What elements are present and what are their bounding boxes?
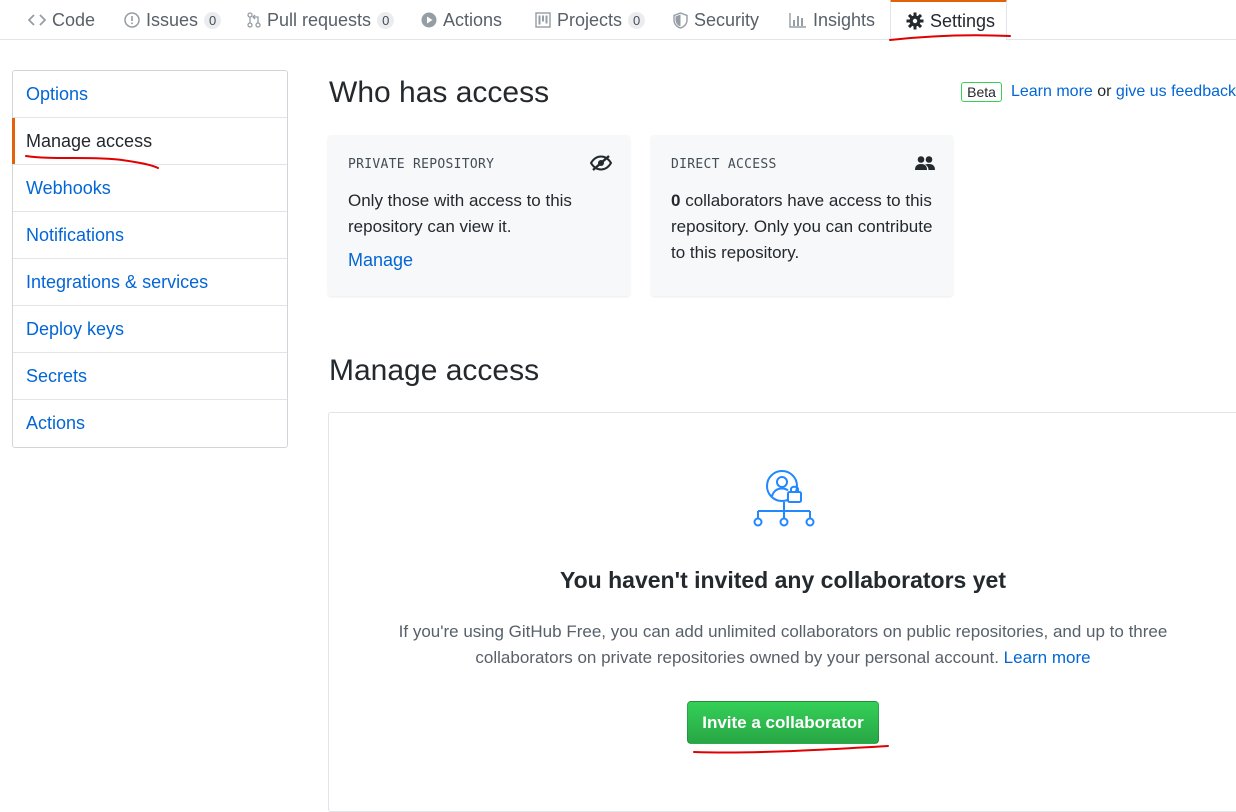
- empty-state-description: If you're using GitHub Free, you can add…: [369, 619, 1197, 671]
- box-description: 0 collaborators have access to this repo…: [671, 188, 933, 266]
- repo-nav: Code Issues 0 Pull requests 0 Actions Pr…: [0, 0, 1236, 40]
- gear-icon: [906, 12, 924, 30]
- tab-security[interactable]: Security: [673, 0, 759, 40]
- invite-collaborator-button[interactable]: Invite a collaborator: [687, 701, 879, 744]
- tab-settings[interactable]: Settings: [890, 0, 1007, 40]
- who-has-access-heading: Who has access: [329, 76, 550, 109]
- pull-requests-counter: 0: [377, 11, 395, 29]
- shield-icon: [673, 11, 688, 29]
- tab-label: Issues: [146, 9, 199, 30]
- tab-insights[interactable]: Insights: [789, 0, 875, 40]
- direct-access-text: collaborators have access to this reposi…: [671, 191, 933, 262]
- tab-actions[interactable]: Actions: [421, 0, 502, 40]
- sidebar-item-integrations[interactable]: Integrations & services: [13, 259, 287, 306]
- learn-more-link[interactable]: Learn more: [1011, 83, 1093, 101]
- tab-label: Projects: [557, 9, 623, 30]
- projects-counter: 0: [628, 11, 646, 29]
- tab-label: Actions: [443, 9, 503, 30]
- sidebar-item-options[interactable]: Options: [13, 71, 287, 118]
- sidebar-item-notifications[interactable]: Notifications: [13, 212, 287, 259]
- private-repository-box: PRIVATE REPOSITORY Only those with acces…: [328, 135, 630, 296]
- tab-code[interactable]: Code: [28, 0, 95, 40]
- project-icon: [535, 12, 551, 28]
- issues-counter: 0: [204, 11, 222, 29]
- tab-issues[interactable]: Issues 0: [124, 0, 222, 40]
- learn-more-link[interactable]: Learn more: [1004, 648, 1091, 667]
- sidebar-item-manage-access[interactable]: Manage access: [12, 118, 287, 165]
- eye-closed-icon: [589, 155, 613, 176]
- tab-label: Pull requests: [267, 9, 372, 30]
- issue-opened-icon: [124, 12, 140, 28]
- people-icon: [915, 155, 935, 176]
- sidebar-item-webhooks[interactable]: Webhooks: [13, 165, 287, 212]
- settings-sidebar: Options Manage access Webhooks Notificat…: [12, 70, 288, 448]
- tab-label: Code: [52, 9, 96, 30]
- sidebar-item-actions[interactable]: Actions: [13, 400, 287, 447]
- box-title: PRIVATE REPOSITORY: [348, 157, 495, 172]
- beta-feedback: Beta Learn more or give us feedback: [961, 82, 1236, 102]
- feedback-link[interactable]: give us feedback: [1116, 83, 1236, 101]
- tab-pull-requests[interactable]: Pull requests 0: [247, 0, 395, 40]
- sidebar-item-secrets[interactable]: Secrets: [13, 353, 287, 400]
- sidebar-item-deploy-keys[interactable]: Deploy keys: [13, 306, 287, 353]
- graph-icon: [789, 12, 807, 28]
- empty-state-title: You haven't invited any collaborators ye…: [560, 567, 1006, 593]
- git-pull-request-icon: [247, 12, 261, 28]
- direct-access-box: DIRECT ACCESS 0 collaborators have acces…: [651, 135, 953, 296]
- person-lock-org-icon: [753, 469, 815, 536]
- box-title: DIRECT ACCESS: [671, 157, 777, 172]
- manage-access-heading: Manage access: [329, 354, 540, 387]
- empty-state: You haven't invited any collaborators ye…: [328, 412, 1236, 812]
- beta-badge: Beta: [961, 82, 1002, 102]
- tab-label: Settings: [930, 10, 996, 31]
- or-text: or: [1092, 83, 1116, 100]
- tab-projects[interactable]: Projects 0: [535, 0, 646, 40]
- play-icon: [421, 12, 437, 28]
- code-icon: [28, 13, 46, 27]
- tab-label: Security: [694, 9, 760, 30]
- manage-link[interactable]: Manage: [348, 250, 610, 271]
- tab-label: Insights: [813, 9, 876, 30]
- box-description: Only those with access to this repositor…: [348, 191, 572, 236]
